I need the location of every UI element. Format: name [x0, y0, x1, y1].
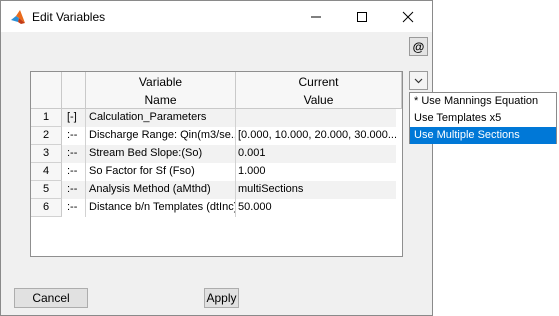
variable-name-header-line1: Variable: [138, 75, 183, 89]
variable-value-cell[interactable]: 50.000: [236, 199, 396, 217]
variable-name-cell[interactable]: So Factor for Sf (Fso): [86, 163, 236, 181]
menu-item-use-multiple-sections[interactable]: Use Multiple Sections: [410, 127, 556, 144]
apply-button[interactable]: Apply: [204, 288, 239, 308]
current-value-header-line1: Current: [298, 75, 339, 89]
matlab-icon: [10, 9, 26, 25]
variable-name-cell[interactable]: Stream Bed Slope:(So): [86, 145, 236, 163]
table-row[interactable]: 5 :-- Analysis Method (aMthd) multiSecti…: [31, 181, 402, 199]
table-row[interactable]: 2 :-- Discharge Range: Qin(m3/se... [0.0…: [31, 127, 402, 145]
variables-table: Variable Name Current Value 1 [-] Calcul…: [30, 71, 403, 257]
tree-column-header: [62, 72, 86, 109]
row-number: 6: [31, 199, 62, 217]
variable-value-cell[interactable]: [0.000, 10.000, 20.000, 30.000...: [236, 127, 396, 145]
variable-name-header-line2: Name: [144, 93, 177, 107]
variable-name-header[interactable]: Variable Name: [86, 72, 236, 109]
cancel-button[interactable]: Cancel: [14, 288, 88, 308]
table-row[interactable]: 1 [-] Calculation_Parameters: [31, 109, 402, 127]
row-number: 4: [31, 163, 62, 181]
variable-name-cell[interactable]: Distance b/n Templates (dtInc): [86, 199, 236, 217]
variable-name-cell[interactable]: Analysis Method (aMthd): [86, 181, 236, 199]
tree-toggle[interactable]: [-]: [62, 109, 86, 127]
table-row[interactable]: 3 :-- Stream Bed Slope:(So) 0.001: [31, 145, 402, 163]
variable-value-cell[interactable]: 1.000: [236, 163, 396, 181]
value-dropdown-button[interactable]: [409, 71, 428, 90]
close-button[interactable]: [385, 1, 431, 32]
close-icon: [402, 11, 414, 22]
menu-item-use-mannings-equation[interactable]: * Use Mannings Equation: [410, 93, 556, 110]
table-row[interactable]: 6 :-- Distance b/n Templates (dtInc) 50.…: [31, 199, 402, 217]
variable-value-cell[interactable]: 0.001: [236, 145, 396, 163]
minimize-icon: [311, 16, 321, 17]
tree-branch: :--: [62, 145, 86, 163]
variable-name-cell[interactable]: Discharge Range: Qin(m3/se...: [86, 127, 236, 145]
row-number: 5: [31, 181, 62, 199]
current-value-header-line2: Value: [303, 93, 334, 107]
table-corner-header: [31, 72, 62, 109]
variable-name-cell[interactable]: Calculation_Parameters: [86, 109, 236, 127]
chevron-down-icon: [414, 78, 423, 83]
row-number: 2: [31, 127, 62, 145]
minimize-button[interactable]: [293, 1, 339, 32]
variable-value-cell[interactable]: [236, 109, 396, 127]
current-value-header[interactable]: Current Value: [236, 72, 402, 109]
tree-branch: :--: [62, 199, 86, 217]
variable-value-cell[interactable]: multiSections: [236, 181, 396, 199]
at-button[interactable]: @: [409, 37, 428, 56]
tree-branch: :--: [62, 181, 86, 199]
tree-branch: :--: [62, 163, 86, 181]
row-number: 3: [31, 145, 62, 163]
maximize-icon: [357, 11, 367, 22]
row-number: 1: [31, 109, 62, 127]
tree-branch: :--: [62, 127, 86, 145]
analysis-method-dropdown-menu: * Use Mannings Equation Use Templates x5…: [409, 92, 557, 144]
edit-variables-window: Edit Variables @ Variable Name Current V…: [0, 0, 433, 316]
table-row[interactable]: 4 :-- So Factor for Sf (Fso) 1.000: [31, 163, 402, 181]
title-bar[interactable]: Edit Variables: [1, 1, 432, 32]
maximize-button[interactable]: [339, 1, 385, 32]
window-title: Edit Variables: [32, 10, 106, 24]
menu-item-use-templates-x5[interactable]: Use Templates x5: [410, 110, 556, 127]
